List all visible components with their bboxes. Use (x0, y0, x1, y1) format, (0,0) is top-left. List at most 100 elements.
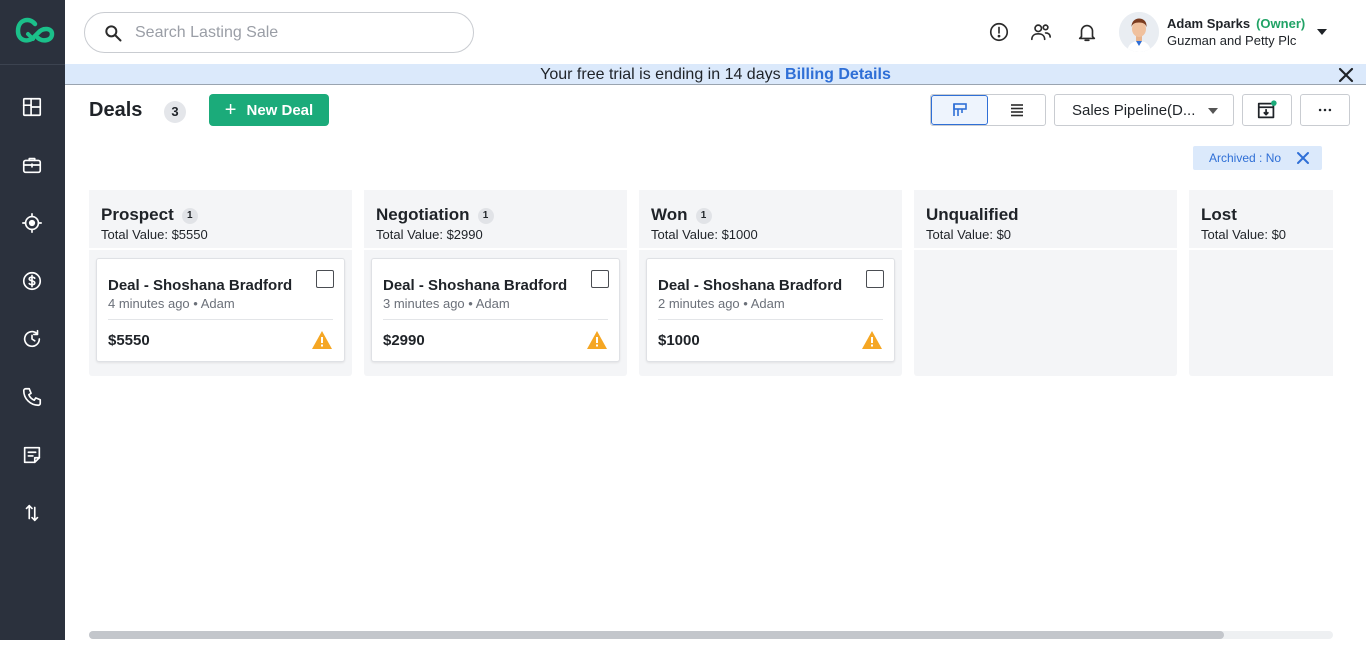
phone-icon (22, 387, 42, 407)
transfer-icon (25, 504, 39, 522)
chevron-down-icon (1208, 108, 1218, 114)
deal-value: $1000 (658, 332, 700, 349)
column-unqualified: Unqualified Total Value: $0 (914, 190, 1177, 376)
notifications-button[interactable] (1075, 20, 1099, 44)
app-logo-icon[interactable] (14, 14, 56, 50)
deal-checkbox[interactable] (316, 270, 334, 288)
pipeline-select[interactable]: Sales Pipeline(D... (1054, 94, 1234, 126)
trial-banner: Your free trial is ending in 14 days Bil… (65, 64, 1366, 85)
deal-title[interactable]: Deal - Shoshana Bradford (383, 277, 567, 294)
list-icon (1010, 104, 1023, 117)
plus-icon: + (224, 99, 237, 121)
horizontal-scrollbar[interactable] (89, 631, 1333, 639)
deal-value: $5550 (108, 332, 150, 349)
filter-chip-archived[interactable]: Archived : No (1193, 146, 1322, 170)
search-input[interactable] (135, 23, 455, 42)
info-icon (989, 22, 1009, 42)
column-title: Won 1 (651, 205, 712, 225)
sidebar-item-leads[interactable] (18, 209, 46, 237)
warning-icon[interactable] (311, 330, 333, 350)
archive-button[interactable] (1242, 94, 1292, 126)
avatar[interactable] (1119, 12, 1159, 52)
column-won: Won 1 Total Value: $1000 Deal - Shoshana … (639, 190, 902, 376)
close-icon[interactable] (1338, 67, 1354, 83)
sidebar-item-calls[interactable] (18, 383, 46, 411)
card-divider (658, 319, 883, 320)
pipeline-select-value: Sales Pipeline(D... (1072, 101, 1196, 119)
column-total: Total Value: $1000 (651, 227, 758, 242)
sidebar-item-sales[interactable] (18, 267, 46, 295)
deal-title[interactable]: Deal - Shoshana Bradford (108, 277, 292, 294)
sidebar (0, 0, 65, 640)
column-header: Won 1 Total Value: $1000 (639, 190, 902, 250)
user-name: Adam Sparks (Owner) (1167, 16, 1305, 31)
close-icon[interactable] (1296, 151, 1310, 165)
search-box[interactable] (84, 12, 474, 53)
column-header: Unqualified Total Value: $0 (914, 190, 1177, 250)
user-company: Guzman and Petty Plc (1167, 33, 1297, 48)
more-horizontal-icon (1318, 108, 1332, 112)
column-count-badge: 1 (477, 208, 494, 224)
deal-checkbox[interactable] (866, 270, 884, 288)
column-header: Lost Total Value: $0 (1189, 190, 1333, 250)
sidebar-item-import-export[interactable] (18, 499, 46, 527)
column-prospect: Prospect 1 Total Value: $5550 Deal - Shos… (89, 190, 352, 376)
billing-details-link[interactable]: Billing Details (785, 66, 891, 83)
kanban-icon (952, 103, 967, 116)
deal-meta: 4 minutes ago • Adam (108, 296, 235, 311)
scrollbar-thumb[interactable] (89, 631, 1224, 639)
column-title-text: Won (651, 205, 688, 224)
kanban-board: Prospect 1 Total Value: $5550 Deal - Shos… (89, 190, 1333, 376)
target-icon (22, 213, 42, 233)
contacts-button[interactable] (1029, 20, 1053, 44)
column-title-text: Prospect (101, 205, 174, 224)
column-title: Negotiation 1 (376, 205, 494, 225)
column-total: Total Value: $0 (926, 227, 1012, 242)
new-deal-button[interactable]: + New Deal (209, 94, 329, 126)
column-total: Total Value: $0 (1201, 227, 1287, 242)
bell-icon (1078, 24, 1096, 42)
user-role: (Owner) (1256, 16, 1306, 31)
sidebar-item-activities[interactable] (18, 325, 46, 353)
sidebar-item-notes[interactable] (18, 441, 46, 469)
warning-icon[interactable] (861, 330, 883, 350)
deal-meta: 3 minutes ago • Adam (383, 296, 510, 311)
chevron-down-icon[interactable] (1315, 26, 1329, 38)
contacts-icon (1031, 24, 1051, 41)
column-count-badge: 1 (695, 208, 712, 224)
notes-icon (23, 446, 41, 464)
list-view-button[interactable] (988, 95, 1045, 125)
history-icon (23, 329, 41, 348)
user-name-text: Adam Sparks (1167, 16, 1251, 31)
deal-meta: 2 minutes ago • Adam (658, 296, 785, 311)
column-total: Total Value: $2990 (376, 227, 483, 242)
column-total: Total Value: $5550 (101, 227, 208, 242)
sidebar-item-deals[interactable] (18, 151, 46, 179)
deals-count-badge: 3 (164, 101, 186, 123)
deal-card[interactable]: Deal - Shoshana Bradford 4 minutes ago •… (96, 258, 345, 362)
top-bar: Adam Sparks (Owner) Guzman and Petty Plc (65, 0, 1366, 64)
trial-banner-text: Your free trial is ending in 14 days (540, 66, 786, 83)
deal-title[interactable]: Deal - Shoshana Bradford (658, 277, 842, 294)
deal-card[interactable]: Deal - Shoshana Bradford 2 minutes ago •… (646, 258, 895, 362)
card-divider (108, 319, 333, 320)
card-divider (383, 319, 608, 320)
column-title: Lost (1201, 205, 1237, 224)
page-title: Deals (89, 99, 143, 121)
deal-value: $2990 (383, 332, 425, 349)
column-negotiation: Negotiation 1 Total Value: $2990 Deal - S… (364, 190, 627, 376)
more-options-button[interactable] (1300, 94, 1350, 126)
column-count-badge: 1 (181, 208, 198, 224)
new-deal-label: New Deal (246, 101, 314, 119)
archive-icon (1257, 100, 1277, 119)
warning-icon[interactable] (586, 330, 608, 350)
column-lost: Lost Total Value: $0 (1189, 190, 1333, 376)
info-button[interactable] (987, 20, 1011, 44)
column-header: Negotiation 1 Total Value: $2990 (364, 190, 627, 250)
deal-card[interactable]: Deal - Shoshana Bradford 3 minutes ago •… (371, 258, 620, 362)
sidebar-item-dashboard[interactable] (18, 93, 46, 121)
column-title-text: Negotiation (376, 205, 470, 224)
kanban-view-button[interactable] (931, 95, 989, 125)
deal-checkbox[interactable] (591, 270, 609, 288)
column-header: Prospect 1 Total Value: $5550 (89, 190, 352, 250)
